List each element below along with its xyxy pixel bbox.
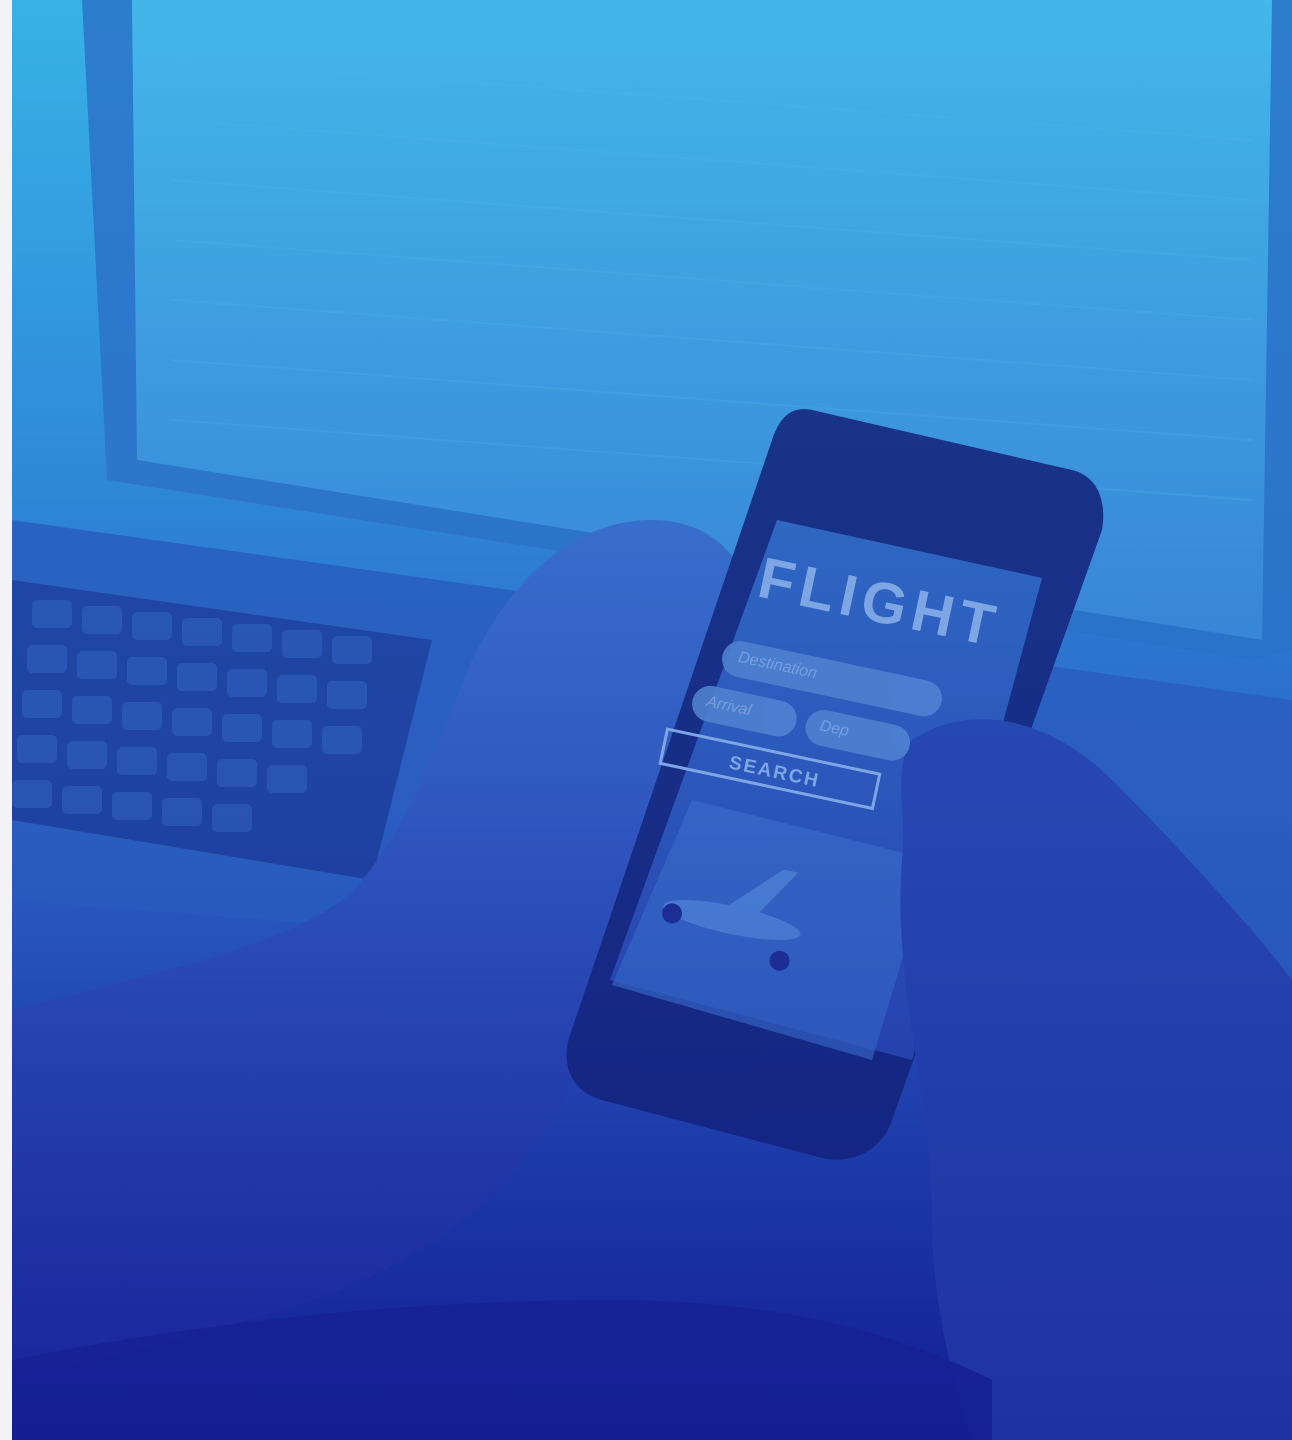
hero-photo: FLIGHT Destination Arrival Dep SEARCH: [12, 0, 1292, 1440]
search-label: SEARCH: [727, 752, 822, 793]
destination-placeholder: Destination: [736, 648, 819, 683]
arrival-field: Arrival: [688, 682, 800, 740]
arrival-placeholder: Arrival: [704, 693, 753, 720]
photo-illustration: [12, 0, 1292, 1440]
departure-placeholder: Dep: [818, 717, 851, 741]
departure-field: Dep: [802, 706, 914, 764]
